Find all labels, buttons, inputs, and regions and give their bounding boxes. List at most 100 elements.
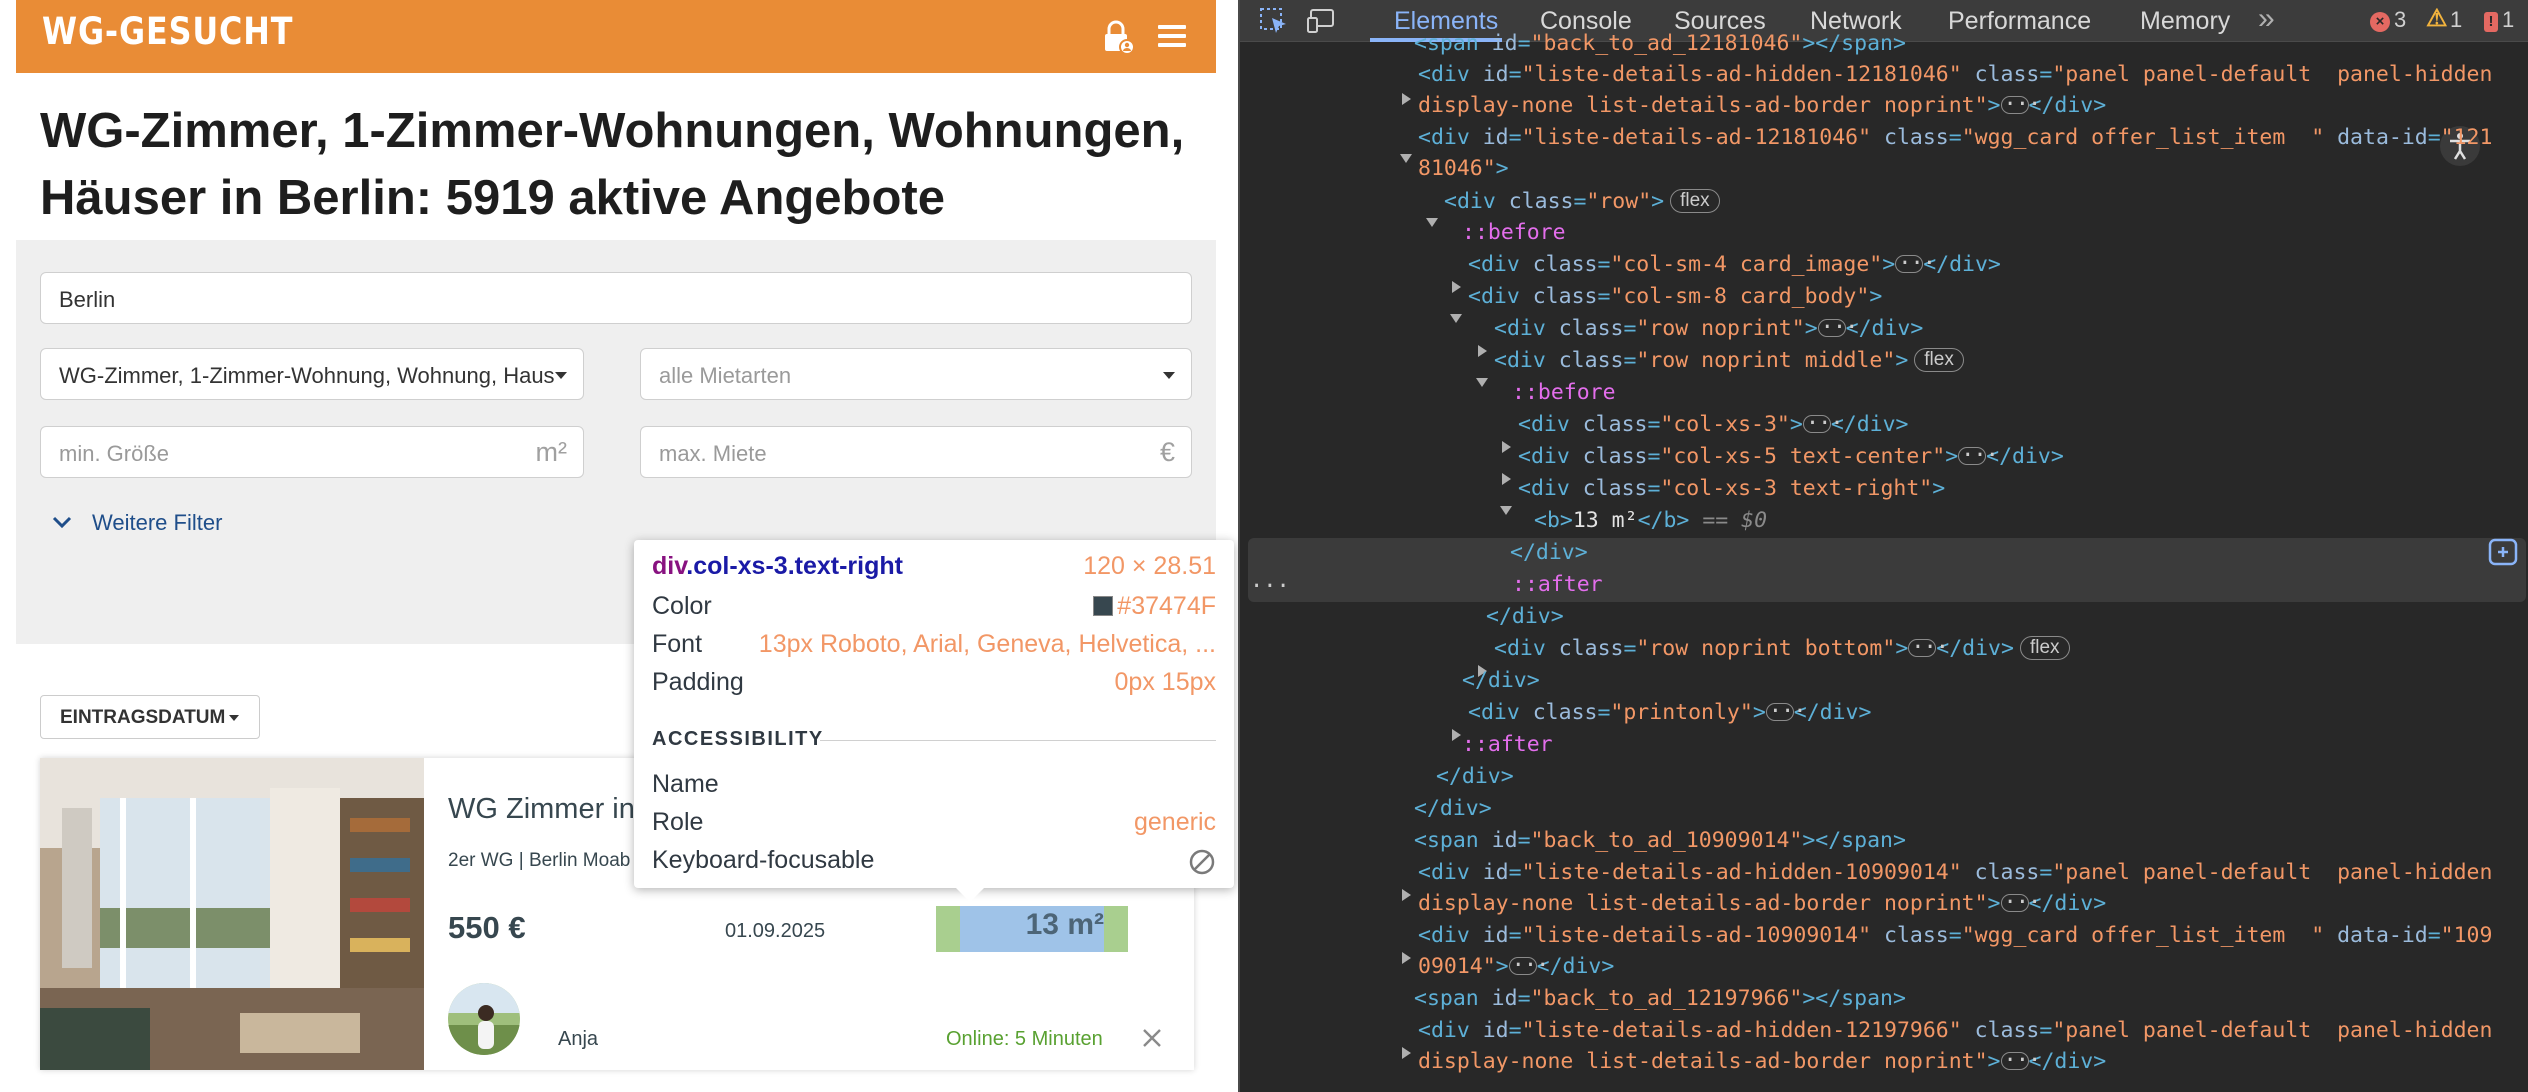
menu-hamburger-icon[interactable] bbox=[1150, 16, 1194, 56]
error-count: 3 bbox=[2394, 7, 2407, 32]
dom-node-cont: display-none list-details-ad-border nopr… bbox=[1418, 1045, 2106, 1078]
page-title: WG-Zimmer, 1-Zimmer-Wohnungen, Wohnungen… bbox=[40, 104, 1185, 225]
dom-node[interactable]: <div class="col-xs-3"></div> bbox=[1518, 408, 1909, 441]
dom-node[interactable]: <div id="liste-details-ad-hidden-1218104… bbox=[1418, 59, 2492, 91]
dom-node-cont: 09014"></div> bbox=[1418, 950, 1614, 983]
tooltip-element-tag: div bbox=[652, 552, 687, 580]
tooltip-element-row: div.col-xs-3.text-right 120 × 28.51 bbox=[652, 552, 1216, 588]
tooltip-padding-value: 0px 15px bbox=[1114, 668, 1216, 696]
tooltip-element-class: .col-xs-3.text-right bbox=[686, 552, 903, 580]
chevron-down-icon bbox=[1163, 372, 1175, 379]
listing-date: 01.09.2025 bbox=[725, 920, 826, 942]
warning-count-badge[interactable]: ⚠ 1 bbox=[2426, 7, 2462, 33]
dom-node[interactable]: <div id="liste-details-ad-hidden-1090901… bbox=[1418, 857, 2492, 889]
min-size-placeholder: min. Größe bbox=[59, 441, 170, 466]
tooltip-name-label: Name bbox=[652, 770, 719, 798]
city-input-value: Berlin bbox=[59, 287, 116, 312]
listing-photo[interactable] bbox=[40, 758, 424, 1070]
chevron-down-icon bbox=[52, 516, 72, 529]
site-header: WG-GESUCHT bbox=[16, 0, 1216, 73]
max-rent-input[interactable]: max. Miete € bbox=[640, 426, 1192, 478]
listing-title[interactable]: WG Zimmer in bbox=[448, 793, 635, 826]
rent-type-placeholder: alle Mietarten bbox=[659, 363, 792, 388]
ai-assist-icon[interactable] bbox=[2488, 538, 2518, 566]
tooltip-font-value: 13px Roboto, Arial, Geneva, Helvetica, .… bbox=[758, 630, 1216, 658]
dom-close: </div> bbox=[1436, 764, 1514, 789]
dom-node[interactable]: <div class="row noprint middle"> flex bbox=[1494, 345, 1964, 377]
dom-node[interactable]: <div class="row noprint bottom"></div>fl… bbox=[1494, 632, 2070, 665]
listing-subtitle: 2er WG | Berlin Moab bbox=[448, 850, 631, 871]
not-allowed-icon bbox=[1188, 848, 1216, 883]
dom-pseudo[interactable]: ::before bbox=[1512, 377, 1616, 409]
inspect-element-icon[interactable] bbox=[1258, 6, 1290, 36]
tooltip-focusable-label: Keyboard-focusable bbox=[652, 846, 875, 874]
dom-node[interactable]: <div class="col-sm-4 card_image"></div> bbox=[1468, 248, 2001, 281]
more-tabs-icon[interactable]: » bbox=[2258, 2, 2275, 36]
tooltip-color-row: Color #37474F bbox=[652, 592, 1216, 628]
avatar[interactable] bbox=[448, 983, 520, 1055]
devtools-panel: Elements Console Sources Network Perform… bbox=[1238, 0, 2528, 1092]
category-select-value: WG-Zimmer, 1-Zimmer-Wohnung, Wohnung, Ha… bbox=[59, 363, 555, 388]
issues-count-badge[interactable]: ! 1 bbox=[2484, 7, 2514, 33]
device-toolbar-icon[interactable] bbox=[1306, 6, 1338, 36]
tab-memory[interactable]: Memory bbox=[2140, 7, 2230, 36]
tooltip-element-name: div.col-xs-3.text-right bbox=[652, 552, 903, 581]
dom-close: </div> bbox=[1510, 540, 1588, 565]
dom-node-cont: display-none list-details-ad-border nopr… bbox=[1418, 887, 2106, 920]
dom-node[interactable]: <span id="back_to_ad_10909014"></span> bbox=[1414, 825, 1906, 857]
max-rent-placeholder: max. Miete bbox=[659, 441, 767, 466]
online-status: Online: 5 Minuten bbox=[946, 1028, 1103, 1050]
site-logo[interactable]: WG-GESUCHT bbox=[42, 10, 293, 53]
dom-node[interactable]: <div class="col-sm-8 card_body"> bbox=[1468, 281, 1882, 313]
dom-node[interactable]: <span id="back_to_ad_12197966"></span> bbox=[1414, 983, 1906, 1015]
warning-icon: ⚠ bbox=[2426, 5, 2448, 32]
tooltip-role-label: Role bbox=[652, 808, 704, 836]
dom-node[interactable]: <div id="liste-details-ad-hidden-1219796… bbox=[1418, 1015, 2492, 1047]
account-lock-icon[interactable] bbox=[1096, 14, 1140, 58]
dom-node[interactable]: <div class="row noprint"></div> bbox=[1494, 312, 1923, 345]
dom-close: </div> bbox=[1462, 668, 1540, 693]
rent-type-select[interactable]: alle Mietarten bbox=[640, 348, 1192, 400]
tooltip-font-row: Font 13px Roboto, Arial, Geneva, Helveti… bbox=[652, 630, 1216, 666]
max-rent-unit: € bbox=[1159, 437, 1175, 467]
chevron-down-icon bbox=[555, 372, 567, 379]
tooltip-color-value: #37474F bbox=[1117, 592, 1216, 620]
dom-close: </div> bbox=[1486, 604, 1564, 629]
error-icon: × bbox=[2370, 12, 2390, 32]
dom-node[interactable]: <span id="back_to_ad_12181046"></span> bbox=[1414, 28, 1906, 60]
sort-label: EINTRAGSDATUM bbox=[60, 707, 226, 728]
selected-node-marker: == $0 bbox=[1702, 508, 1768, 533]
elements-tree[interactable]: ··· <span id="back_to_ad_12181046"></spa… bbox=[1240, 31, 2528, 1092]
color-swatch bbox=[1093, 596, 1114, 616]
dom-node[interactable]: <div class="row"> flex bbox=[1444, 186, 1720, 218]
city-input[interactable]: Berlin bbox=[40, 272, 1192, 324]
category-select[interactable]: WG-Zimmer, 1-Zimmer-Wohnung, Wohnung, Ha… bbox=[40, 348, 584, 400]
tooltip-focusable-row: Keyboard-focusable bbox=[652, 846, 1216, 882]
dom-node[interactable]: <div class="printonly"></div> bbox=[1468, 696, 1871, 729]
dom-node-selected[interactable]: <b>13 m²</b> == $0 bbox=[1534, 505, 1767, 537]
dom-node[interactable]: <div id="liste-details-ad-10909014" clas… bbox=[1418, 920, 2492, 952]
tooltip-name-row: Name bbox=[652, 770, 1216, 806]
tooltip-role-value: generic bbox=[1134, 808, 1216, 836]
dom-pseudo[interactable]: ::before bbox=[1462, 217, 1566, 249]
node-actions-icon[interactable]: ··· bbox=[1250, 574, 1290, 599]
listing-price: 550 € bbox=[448, 910, 526, 945]
dom-node[interactable]: <div class="col-xs-5 text-center"></div> bbox=[1518, 440, 2064, 473]
dom-pseudo[interactable]: ::after bbox=[1512, 569, 1603, 601]
tooltip-color-label: Color bbox=[652, 592, 712, 620]
listing-user-name: Anja bbox=[558, 1028, 599, 1050]
tooltip-padding-row: Padding 0px 15px bbox=[652, 668, 1216, 704]
dom-node-cont: 81046"> bbox=[1418, 156, 1509, 181]
tooltip-font-label: Font bbox=[652, 630, 703, 658]
tab-performance[interactable]: Performance bbox=[1948, 7, 2091, 36]
close-icon[interactable] bbox=[1142, 1028, 1162, 1053]
dom-node-selected-parent[interactable]: <div class="col-xs-3 text-right"> bbox=[1518, 473, 1945, 505]
caret-down-icon bbox=[229, 715, 239, 721]
dom-close: </div> bbox=[1414, 796, 1492, 821]
error-count-badge[interactable]: × 3 bbox=[2370, 7, 2406, 33]
min-size-input[interactable]: min. Größe m² bbox=[40, 426, 584, 478]
selected-node-highlight bbox=[1248, 538, 2526, 602]
dom-node[interactable]: <div id="liste-details-ad-12181046" clas… bbox=[1418, 122, 2492, 154]
sort-dropdown-button[interactable]: EINTRAGSDATUM bbox=[40, 695, 260, 739]
dom-pseudo[interactable]: ::after bbox=[1462, 729, 1553, 761]
